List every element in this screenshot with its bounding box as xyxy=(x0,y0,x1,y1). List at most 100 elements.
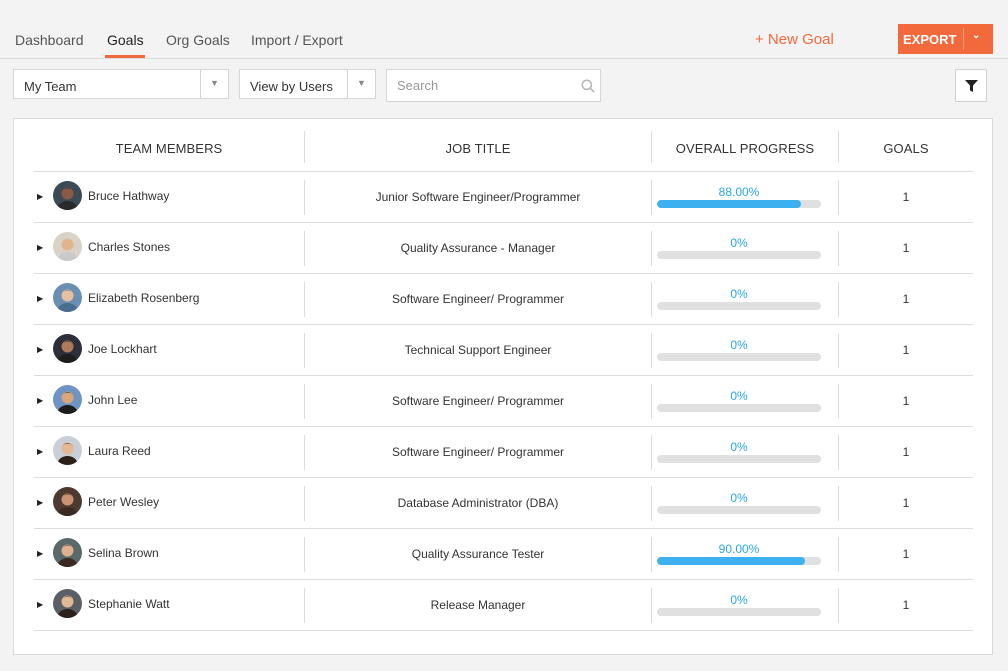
progress-bar-fill xyxy=(657,557,805,565)
progress-percent: 0% xyxy=(730,287,748,301)
tab-goals[interactable]: Goals xyxy=(107,32,144,48)
tab-import-export[interactable]: Import / Export xyxy=(251,32,343,48)
avatar[interactable] xyxy=(53,487,82,516)
caret-right-icon[interactable]: ▶ xyxy=(37,294,43,303)
table-row[interactable]: ▶ Elizabeth Rosenberg Software Engineer/… xyxy=(34,274,973,325)
caret-right-icon[interactable]: ▶ xyxy=(37,396,43,405)
job-title: Quality Assurance - Manager xyxy=(400,241,556,255)
progress-percent: 0% xyxy=(730,389,748,403)
cell-divider xyxy=(651,384,652,419)
cell-divider xyxy=(651,180,652,215)
member-name[interactable]: Stephanie Watt xyxy=(88,597,170,611)
avatar[interactable] xyxy=(53,283,82,312)
cell-divider xyxy=(651,486,652,521)
cell-divider xyxy=(651,231,652,266)
cell-divider xyxy=(651,537,652,572)
column-header-goals[interactable]: GOALS xyxy=(839,141,973,156)
tab-dashboard[interactable]: Dashboard xyxy=(15,32,84,48)
cell-divider xyxy=(651,282,652,317)
table-row[interactable]: ▶ Bruce Hathway Junior Software Engineer… xyxy=(34,172,973,223)
avatar[interactable] xyxy=(53,181,82,210)
caret-right-icon[interactable]: ▶ xyxy=(37,192,43,201)
search-icon[interactable] xyxy=(581,79,595,98)
progress-bar xyxy=(657,506,821,514)
view-select-value: View by Users xyxy=(250,79,333,94)
progress-bar xyxy=(657,302,821,310)
goals-count: 1 xyxy=(902,445,910,459)
table-row[interactable]: ▶ Selina Brown Quality Assurance Tester … xyxy=(34,529,973,580)
view-select-arrow[interactable]: ▼ xyxy=(347,70,375,98)
table-row[interactable]: ▶ John Lee Software Engineer/ Programmer… xyxy=(34,376,973,427)
goals-count: 1 xyxy=(902,292,910,306)
avatar[interactable] xyxy=(53,334,82,363)
goals-count: 1 xyxy=(902,547,910,561)
progress-bar-fill xyxy=(657,200,802,208)
progress-percent: 88.00% xyxy=(718,185,760,199)
progress-bar xyxy=(657,557,821,565)
member-name[interactable]: Bruce Hathway xyxy=(88,189,169,203)
view-select[interactable]: View by Users ▼ xyxy=(239,69,376,99)
progress-bar xyxy=(657,200,821,208)
column-header-job-title[interactable]: JOB TITLE xyxy=(305,141,651,156)
job-title: Junior Software Engineer/Programmer xyxy=(375,190,581,204)
goals-count: 1 xyxy=(902,241,910,255)
avatar[interactable] xyxy=(53,538,82,567)
member-name[interactable]: Peter Wesley xyxy=(88,495,159,509)
search-input[interactable] xyxy=(387,70,572,101)
team-select-value: My Team xyxy=(24,79,77,94)
progress-bar xyxy=(657,455,821,463)
member-name[interactable]: Elizabeth Rosenberg xyxy=(88,291,199,305)
caret-right-icon[interactable]: ▶ xyxy=(37,498,43,507)
job-title: Release Manager xyxy=(430,598,526,612)
caret-right-icon[interactable]: ▶ xyxy=(37,600,43,609)
goals-count: 1 xyxy=(902,496,910,510)
job-title: Software Engineer/ Programmer xyxy=(391,394,565,408)
avatar[interactable] xyxy=(53,436,82,465)
progress-bar xyxy=(657,251,821,259)
job-title: Software Engineer/ Programmer xyxy=(391,445,565,459)
progress-bar xyxy=(657,404,821,412)
search-box xyxy=(386,69,601,102)
chevron-down-icon[interactable]: ⌄ xyxy=(972,30,980,41)
avatar[interactable] xyxy=(53,589,82,618)
new-goal-button[interactable]: + New Goal xyxy=(755,31,834,48)
tab-org-goals[interactable]: Org Goals xyxy=(166,32,230,48)
team-select-arrow[interactable]: ▼ xyxy=(200,70,228,98)
caret-right-icon[interactable]: ▶ xyxy=(37,447,43,456)
progress-percent: 0% xyxy=(730,236,748,250)
table-row[interactable]: ▶ Stephanie Watt Release Manager 0% 1 xyxy=(34,580,973,631)
job-title: Software Engineer/ Programmer xyxy=(391,292,565,306)
caret-right-icon[interactable]: ▶ xyxy=(37,549,43,558)
cell-divider xyxy=(651,588,652,623)
table-row[interactable]: ▶ Charles Stones Quality Assurance - Man… xyxy=(34,223,973,274)
top-navigation: Dashboard Goals Org Goals Import / Expor… xyxy=(0,0,1008,59)
column-header-overall-progress[interactable]: OVERALL PROGRESS xyxy=(652,141,838,156)
member-name[interactable]: Laura Reed xyxy=(88,444,151,458)
cell-divider xyxy=(651,333,652,368)
member-name[interactable]: Joe Lockhart xyxy=(88,342,157,356)
table-row[interactable]: ▶ Joe Lockhart Technical Support Enginee… xyxy=(34,325,973,376)
caret-right-icon[interactable]: ▶ xyxy=(37,345,43,354)
member-name[interactable]: Charles Stones xyxy=(88,240,170,254)
progress-percent: 0% xyxy=(730,491,748,505)
caret-right-icon[interactable]: ▶ xyxy=(37,243,43,252)
progress-bar xyxy=(657,608,821,616)
cell-divider xyxy=(651,435,652,470)
avatar[interactable] xyxy=(53,232,82,261)
table-row[interactable]: ▶ Laura Reed Software Engineer/ Programm… xyxy=(34,427,973,478)
filter-icon xyxy=(965,80,978,92)
column-header-team-members[interactable]: TEAM MEMBERS xyxy=(34,141,304,156)
team-goals-table: TEAM MEMBERS JOB TITLE OVERALL PROGRESS … xyxy=(13,118,993,655)
table-row[interactable]: ▶ Peter Wesley Database Administrator (D… xyxy=(34,478,973,529)
caret-down-icon: ▼ xyxy=(210,78,219,88)
team-select[interactable]: My Team ▼ xyxy=(13,69,229,99)
export-divider xyxy=(963,28,964,50)
active-tab-indicator xyxy=(105,55,145,58)
progress-bar xyxy=(657,353,821,361)
export-button[interactable]: EXPORT ⌄ xyxy=(898,24,993,54)
filter-button[interactable] xyxy=(955,69,987,102)
caret-down-icon: ▼ xyxy=(357,78,366,88)
avatar[interactable] xyxy=(53,385,82,414)
member-name[interactable]: Selina Brown xyxy=(88,546,159,560)
member-name[interactable]: John Lee xyxy=(88,393,137,407)
